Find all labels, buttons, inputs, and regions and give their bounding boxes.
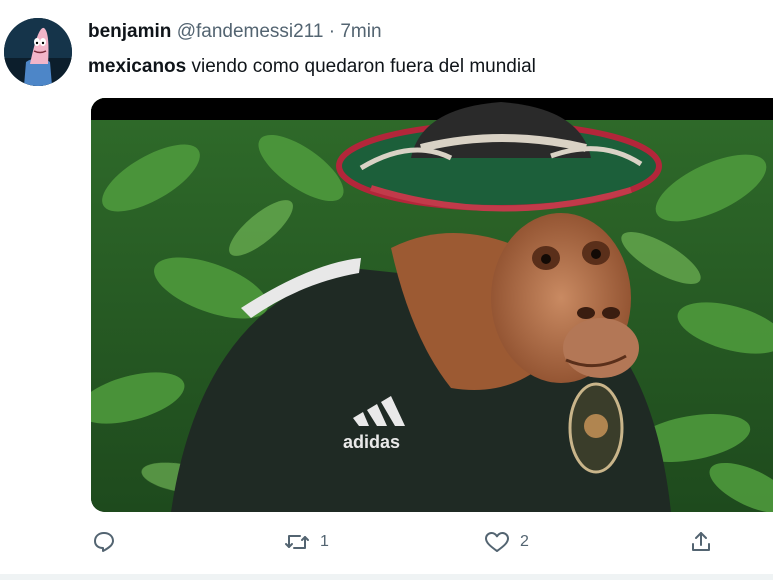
user-handle[interactable]: @fandemessi211 (177, 21, 324, 42)
tweet-text-bold: mexicanos (88, 56, 187, 77)
separator-dot: · (328, 21, 336, 42)
retweet-icon (284, 530, 310, 554)
divider (0, 574, 773, 580)
like-button[interactable]: 2 (484, 530, 529, 554)
tweet-media[interactable]: adidas (91, 98, 773, 512)
display-name[interactable]: benjamin (88, 21, 171, 42)
retweet-count: 1 (320, 533, 329, 550)
retweet-button[interactable]: 1 (284, 530, 329, 554)
reply-icon (92, 530, 116, 554)
tweet-text: mexicanos viendo como quedaron fuera del… (88, 55, 536, 79)
reply-button[interactable] (92, 530, 116, 554)
avatar[interactable] (4, 18, 72, 86)
like-count: 2 (520, 533, 529, 550)
tweet-text-rest: viendo como quedaron fuera del mundial (186, 56, 536, 77)
tweet: benjamin @fandemessi211 · 7min mexicanos… (0, 0, 773, 580)
tweet-header: benjamin @fandemessi211 · 7min (88, 20, 382, 44)
timestamp[interactable]: 7min (340, 21, 381, 42)
shirt-brand-text: adidas (343, 432, 400, 452)
avatar-patrick-image (4, 18, 72, 86)
heart-icon (484, 530, 510, 554)
share-icon (689, 530, 713, 554)
tweet-actions: 1 2 (0, 530, 773, 566)
share-button[interactable] (689, 530, 713, 554)
orangutan-meme-image: adidas (91, 98, 773, 512)
